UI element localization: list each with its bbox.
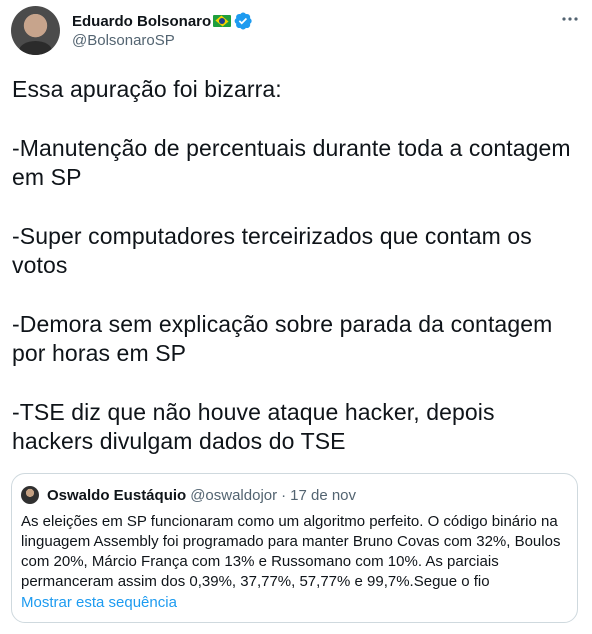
tweet-paragraph: -Demora sem explicação sobre parada da c… bbox=[12, 311, 559, 366]
quoted-author-avatar bbox=[21, 486, 39, 504]
verified-badge-icon bbox=[234, 12, 252, 30]
brazil-flag-icon bbox=[213, 15, 232, 27]
tweet-paragraph: -Super computadores terceirizados que co… bbox=[12, 223, 539, 278]
quoted-author-name: Oswaldo Eustáquio bbox=[47, 486, 187, 504]
separator-dot: · bbox=[281, 486, 287, 504]
more-options-icon[interactable] bbox=[561, 10, 579, 28]
avatar-shirt bbox=[19, 41, 52, 55]
quoted-tweet[interactable]: Oswaldo Eustáquio @oswaldojor · 17 de no… bbox=[11, 473, 578, 623]
quoted-tweet-text: As eleições em SP funcionaram como um al… bbox=[21, 513, 561, 590]
quoted-author-handle: @oswaldojor bbox=[190, 486, 278, 504]
tweet-paragraph: -TSE diz que não houve ataque hacker, de… bbox=[12, 399, 502, 454]
author-name[interactable]: Eduardo Bolsonaro bbox=[72, 13, 211, 30]
author-name-row: Eduardo Bolsonaro bbox=[72, 11, 252, 31]
show-thread-link[interactable]: Mostrar esta sequência bbox=[21, 594, 177, 611]
quoted-tweet-header: Oswaldo Eustáquio @oswaldojor · 17 de no… bbox=[21, 486, 356, 504]
tweet-paragraph: -Manutenção de percentuais durante toda … bbox=[12, 135, 578, 190]
author-handle[interactable]: @BolsonaroSP bbox=[72, 32, 175, 49]
tweet-text: Essa apuração foi bizarra: -Manutenção d… bbox=[12, 75, 580, 456]
quoted-tweet-date: 17 de nov bbox=[290, 486, 357, 504]
author-avatar[interactable] bbox=[11, 6, 60, 55]
tweet-card: Eduardo Bolsonaro @BolsonaroSP Essa apur… bbox=[0, 0, 592, 634]
tweet-paragraph: Essa apuração foi bizarra: bbox=[12, 76, 282, 102]
